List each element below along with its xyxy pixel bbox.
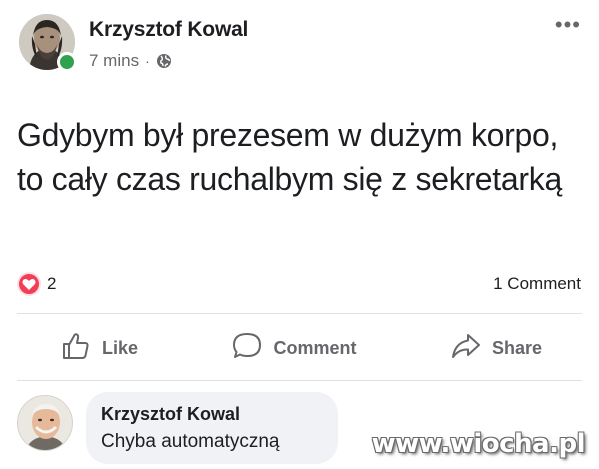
comment-bubble: Krzysztof Kowal Chyba automatyczną [86, 392, 338, 464]
author-avatar-wrapper[interactable] [19, 14, 77, 72]
divider-bottom [17, 380, 582, 381]
comment-icon [231, 330, 263, 367]
meta-separator: · [145, 53, 150, 69]
globe-icon [156, 53, 172, 69]
more-options-icon[interactable]: ••• [555, 14, 581, 36]
commenter-avatar[interactable] [17, 395, 73, 451]
comment-button[interactable]: Comment [231, 330, 357, 367]
comment-label: Comment [273, 337, 357, 358]
post-timestamp[interactable]: 7 mins [89, 51, 139, 71]
share-icon [450, 330, 482, 367]
site-watermark: www.wiocha.pl [371, 429, 586, 459]
like-icon [60, 330, 92, 367]
facebook-post: Krzysztof Kowal 7 mins · ••• Gdybym był … [0, 0, 599, 469]
love-reaction-icon [17, 272, 41, 296]
comment-text: Chyba automatyczną [101, 431, 280, 452]
online-status-indicator [57, 52, 77, 72]
reactions-count: 2 [47, 274, 57, 293]
post-text: Gdybym był prezesem w dużym korpo, to ca… [17, 117, 562, 197]
divider-top [17, 313, 582, 314]
share-label: Share [491, 337, 542, 358]
post-meta: 7 mins · [89, 51, 172, 71]
like-label: Like [102, 337, 139, 358]
post-actions-bar: Like Comment Share [17, 320, 582, 376]
comments-count-link[interactable]: 1 Comment [493, 274, 581, 294]
reactions-summary[interactable]: 2 [17, 272, 56, 296]
comment-author-name[interactable]: Krzysztof Kowal [101, 404, 323, 425]
post-author-name[interactable]: Krzysztof Kowal [89, 18, 248, 42]
like-button[interactable]: Like [60, 330, 138, 367]
share-button[interactable]: Share [450, 330, 542, 367]
